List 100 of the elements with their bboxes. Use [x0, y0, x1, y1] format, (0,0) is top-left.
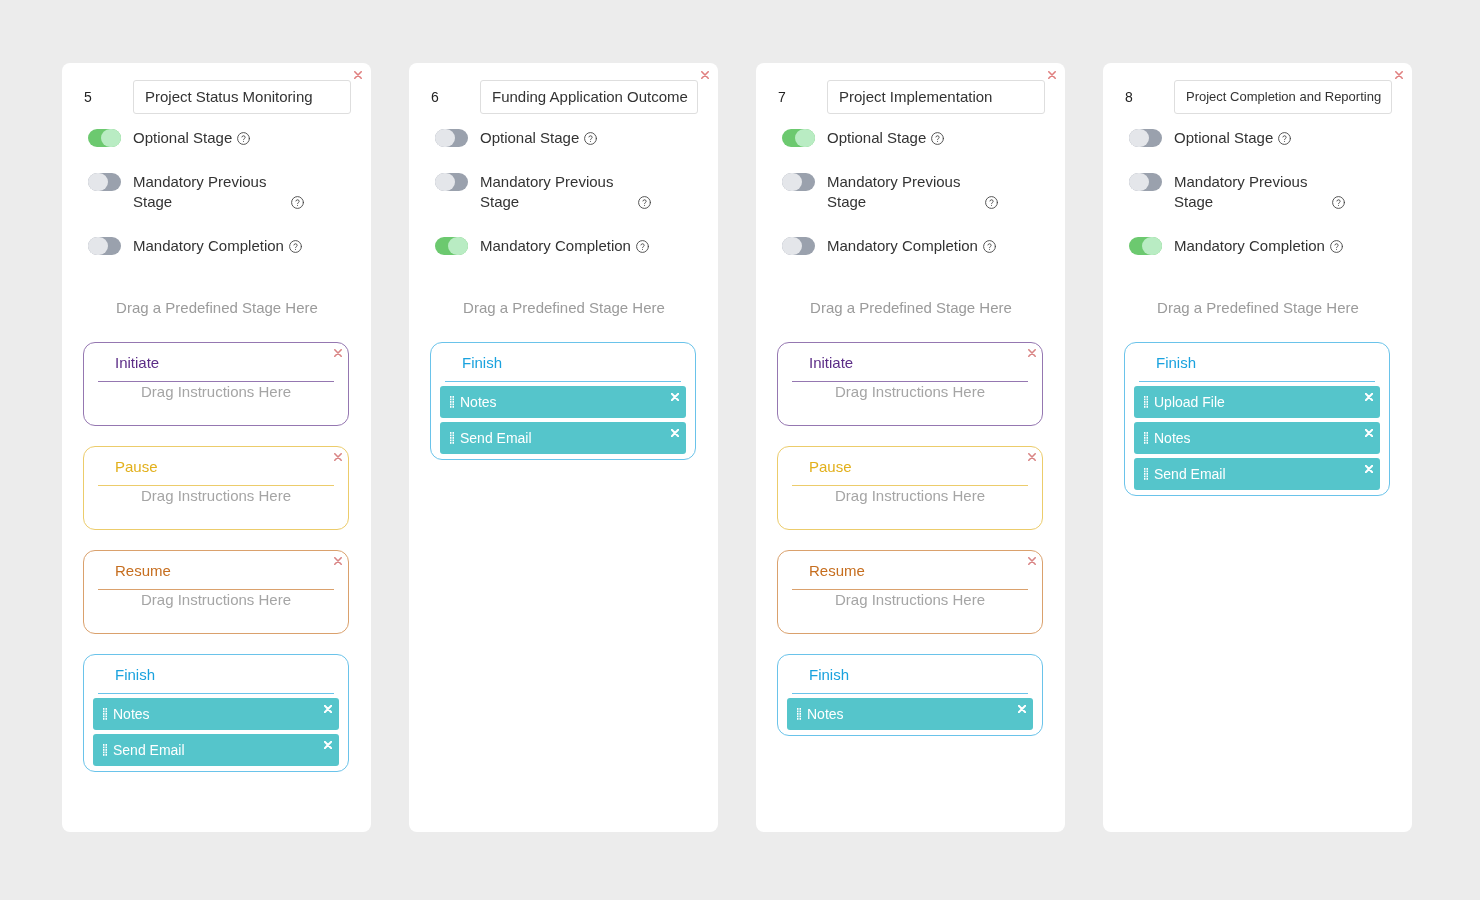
instruction-drop-hint: Drag Instructions Here: [140, 382, 292, 402]
help-icon[interactable]: [635, 240, 649, 253]
close-icon[interactable]: [1028, 453, 1036, 461]
stage-drop-hint: Drag a Predefined Stage Here: [810, 299, 1012, 317]
stage-title: Resume: [809, 562, 865, 580]
instruction-drop-hint: Drag Instructions Here: [834, 486, 986, 506]
stage-block[interactable]: Resume Drag Instructions Here: [83, 550, 349, 634]
toggle-switch[interactable]: [782, 129, 815, 147]
instruction-item[interactable]: Notes: [1134, 422, 1380, 454]
stage-block[interactable]: Resume Drag Instructions Here: [777, 550, 1043, 634]
instruction-item[interactable]: Send Email: [1134, 458, 1380, 490]
close-icon[interactable]: [1028, 349, 1036, 357]
stage-block[interactable]: Pause Drag Instructions Here: [83, 446, 349, 530]
instruction-drop-hint: Drag Instructions Here: [834, 382, 986, 402]
stage-title: Finish: [809, 666, 849, 684]
close-icon[interactable]: [334, 453, 342, 461]
toggle-label: Optional Stage: [1174, 128, 1274, 148]
help-icon[interactable]: [291, 196, 304, 209]
stage-number: 5: [84, 87, 92, 107]
toggle-label: Mandatory Completion: [827, 236, 978, 256]
help-icon[interactable]: [1332, 196, 1345, 209]
toggle-switch[interactable]: [1129, 173, 1162, 191]
instruction-drop-hint: Drag Instructions Here: [834, 590, 986, 610]
toggle-switch[interactable]: [88, 237, 121, 255]
close-icon[interactable]: [1395, 71, 1403, 79]
drag-handle-icon[interactable]: [103, 744, 107, 756]
help-icon[interactable]: [237, 132, 251, 145]
help-icon[interactable]: [288, 240, 302, 253]
instruction-label: Send Email: [113, 740, 185, 760]
stage-block[interactable]: Finish Notes: [777, 654, 1043, 736]
toggle-switch[interactable]: [435, 237, 468, 255]
toggle-label: Mandatory Previous Stage: [1174, 172, 1309, 212]
close-icon[interactable]: [354, 71, 362, 79]
toggle-label: Mandatory Completion: [1174, 236, 1325, 256]
stage-block[interactable]: Finish Notes Send Email: [430, 342, 696, 460]
drag-handle-icon[interactable]: [1144, 432, 1148, 444]
stage-title-field[interactable]: Project Implementation: [827, 80, 1045, 114]
stage-title-field[interactable]: Project Completion and Reporting: [1174, 80, 1392, 114]
instruction-drop-hint: Drag Instructions Here: [140, 590, 292, 610]
stage-drop-hint: Drag a Predefined Stage Here: [463, 299, 665, 317]
drag-handle-icon[interactable]: [797, 708, 801, 720]
drag-handle-icon[interactable]: [450, 396, 454, 408]
stage-block[interactable]: Finish Notes Send Email: [83, 654, 349, 772]
toggle-switch[interactable]: [1129, 237, 1162, 255]
stage-title: Resume: [115, 562, 171, 580]
toggle-switch[interactable]: [782, 173, 815, 191]
help-icon[interactable]: [931, 132, 945, 145]
stage-number: 6: [431, 87, 439, 107]
stage-number: 7: [778, 87, 786, 107]
stage-title: Finish: [462, 354, 502, 372]
help-icon[interactable]: [985, 196, 998, 209]
instruction-item[interactable]: Notes: [787, 698, 1033, 730]
drag-handle-icon[interactable]: [1144, 396, 1148, 408]
drag-handle-icon[interactable]: [103, 708, 107, 720]
stage-title-field[interactable]: Project Status Monitoring: [133, 80, 351, 114]
close-icon[interactable]: [1028, 557, 1036, 565]
toggle-label: Optional Stage: [133, 128, 233, 148]
drag-handle-icon[interactable]: [1144, 468, 1148, 480]
stage-drop-hint: Drag a Predefined Stage Here: [116, 299, 318, 317]
toggle-switch[interactable]: [88, 173, 121, 191]
stage-title: Initiate: [115, 354, 160, 372]
instruction-item[interactable]: Upload File: [1134, 386, 1380, 418]
toggle-switch[interactable]: [782, 237, 815, 255]
instruction-label: Notes: [460, 392, 497, 412]
instruction-item[interactable]: Send Email: [440, 422, 686, 454]
help-icon[interactable]: [638, 196, 651, 209]
toggle-label: Optional Stage: [480, 128, 580, 148]
toggle-label: Mandatory Previous Stage: [827, 172, 962, 212]
stage-title: Finish: [1156, 354, 1196, 372]
instruction-item[interactable]: Notes: [440, 386, 686, 418]
toggle-switch[interactable]: [1129, 129, 1162, 147]
stage-block[interactable]: Initiate Drag Instructions Here: [777, 342, 1043, 426]
instruction-item[interactable]: Send Email: [93, 734, 339, 766]
instruction-label: Upload File: [1154, 392, 1225, 412]
stage-title: Pause: [809, 458, 852, 476]
toggle-switch[interactable]: [435, 173, 468, 191]
stage-title-field[interactable]: Funding Application Outcome: [480, 80, 698, 114]
close-icon[interactable]: [334, 349, 342, 357]
drag-handle-icon[interactable]: [450, 432, 454, 444]
toggle-label: Mandatory Previous Stage: [480, 172, 615, 212]
close-icon[interactable]: [1048, 71, 1056, 79]
stage-block[interactable]: Pause Drag Instructions Here: [777, 446, 1043, 530]
toggle-switch[interactable]: [88, 129, 121, 147]
toggle-switch[interactable]: [435, 129, 468, 147]
close-icon[interactable]: [334, 557, 342, 565]
instruction-label: Send Email: [1154, 464, 1226, 484]
help-icon[interactable]: [1329, 240, 1343, 253]
stage-number: 8: [1125, 87, 1133, 107]
toggle-label: Mandatory Completion: [133, 236, 284, 256]
instruction-label: Send Email: [460, 428, 532, 448]
help-icon[interactable]: [1278, 132, 1292, 145]
toggle-label: Optional Stage: [827, 128, 927, 148]
stage-block[interactable]: Initiate Drag Instructions Here: [83, 342, 349, 426]
stage-block[interactable]: Finish Upload File Notes Send Email: [1124, 342, 1390, 496]
help-icon[interactable]: [982, 240, 996, 253]
help-icon[interactable]: [584, 132, 598, 145]
instruction-item[interactable]: Notes: [93, 698, 339, 730]
toggle-label: Mandatory Completion: [480, 236, 631, 256]
close-icon[interactable]: [701, 71, 709, 79]
toggle-label: Mandatory Previous Stage: [133, 172, 268, 212]
